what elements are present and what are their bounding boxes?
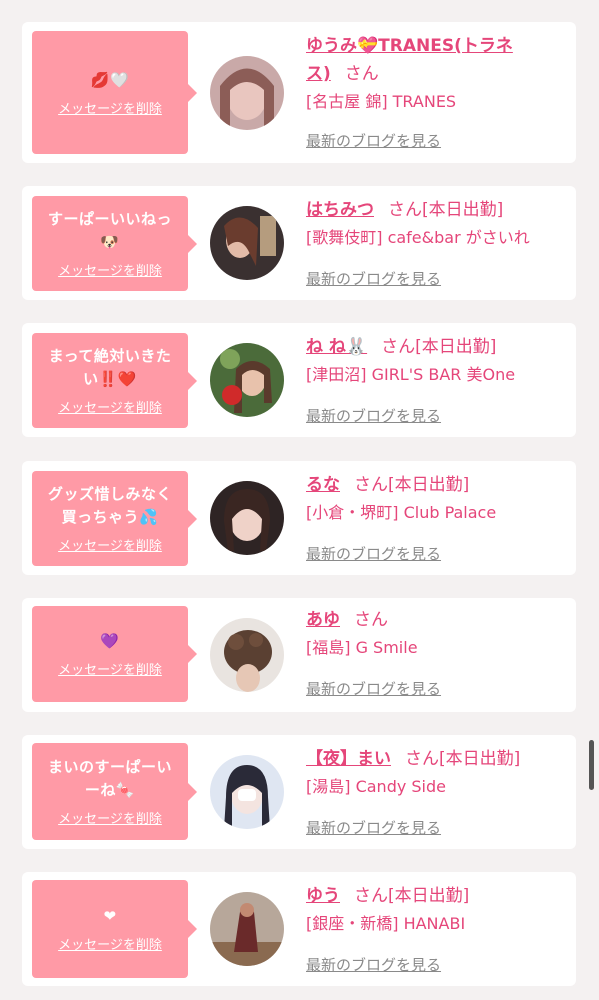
shop-label: [歌舞伎町] cafe&bar がさいれ	[306, 228, 530, 247]
message-text: まって絶対いきた い‼️❤️	[48, 347, 172, 388]
message-text: 💋🤍	[90, 70, 130, 89]
latest-blog-link[interactable]: 最新のブログを見る	[306, 954, 441, 975]
cast-name-link[interactable]: あゆ	[306, 610, 340, 630]
latest-blog-link[interactable]: 最新のブログを見る	[306, 678, 441, 699]
honorific-label: さん	[354, 610, 388, 630]
honorific-label: さん	[405, 749, 439, 769]
honorific-label: さん	[388, 200, 422, 220]
delete-message-link[interactable]: メッセージを削除	[58, 659, 162, 678]
latest-blog-link[interactable]: 最新のブログを見る	[306, 130, 441, 151]
message-bubble: グッズ惜しみなく 買っちゃう💦 メッセージを削除	[32, 471, 197, 566]
cast-name-link-cont[interactable]: ス)	[306, 64, 331, 84]
latest-blog-link[interactable]: 最新のブログを見る	[306, 543, 441, 564]
honorific-label: さん	[344, 64, 379, 84]
attendance-status: [本日出勤]	[439, 749, 521, 769]
cast-info: ゆうみ💝TRANES(トラネ ス) さん [名古屋 錦] TRANES	[306, 32, 564, 116]
avatar[interactable]	[210, 755, 284, 829]
message-card: 💋🤍 メッセージを削除 ゆうみ💝TRANES(トラネ ス) さん [名古屋 錦] …	[22, 22, 576, 163]
message-text: ❤	[103, 907, 117, 925]
avatar[interactable]	[210, 481, 284, 555]
message-text: 💜	[100, 632, 120, 650]
latest-blog-link[interactable]: 最新のブログを見る	[306, 405, 441, 426]
cast-name-link[interactable]: るな	[306, 475, 340, 495]
cast-info: ね ね🐰 さん[本日出勤] [津田沼] GIRL'S BAR 美One	[306, 333, 564, 389]
shop-label: [名古屋 錦] TRANES	[306, 92, 457, 111]
cast-info: ゆう さん[本日出勤] [銀座・新橋] HANABI	[306, 882, 564, 938]
message-bubble: まって絶対いきた い‼️❤️ メッセージを削除	[32, 333, 197, 428]
message-text: すーぱーいいねっ 🐶	[47, 210, 172, 251]
cast-name-link[interactable]: はちみつ	[306, 200, 374, 220]
latest-blog-link[interactable]: 最新のブログを見る	[306, 268, 441, 289]
message-card: まいのすーぱーい ーね🍬 メッセージを削除 【夜】まい さん[本日出勤] [湯島]…	[22, 735, 576, 849]
delete-message-link[interactable]: メッセージを削除	[58, 535, 162, 554]
delete-message-link[interactable]: メッセージを削除	[58, 397, 162, 416]
message-bubble: 💜 メッセージを削除	[32, 606, 197, 702]
honorific-label: さん	[354, 886, 388, 906]
shop-label: [小倉・堺町] Club Palace	[306, 503, 497, 522]
message-card: グッズ惜しみなく 買っちゃう💦 メッセージを削除 るな さん[本日出勤] [小倉・…	[22, 461, 576, 575]
avatar[interactable]	[210, 892, 284, 966]
cast-name-link[interactable]: ゆう	[306, 886, 340, 906]
honorific-label: さん	[381, 337, 416, 357]
latest-blog-link[interactable]: 最新のブログを見る	[306, 817, 441, 838]
message-bubble: ❤ メッセージを削除	[32, 880, 197, 978]
shop-label: [湯島] Candy Side	[306, 777, 447, 796]
message-bubble: すーぱーいいねっ 🐶 メッセージを削除	[32, 196, 197, 291]
attendance-status: [本日出勤]	[388, 886, 470, 906]
scrollbar-thumb[interactable]	[589, 740, 594, 790]
shop-label: [福島] G Smile	[306, 638, 418, 657]
message-bubble: 💋🤍 メッセージを削除	[32, 31, 197, 154]
delete-message-link[interactable]: メッセージを削除	[58, 808, 162, 827]
avatar[interactable]	[210, 206, 284, 280]
delete-message-link[interactable]: メッセージを削除	[58, 934, 162, 953]
delete-message-link[interactable]: メッセージを削除	[58, 260, 162, 279]
cast-name-link[interactable]: ゆうみ💝TRANES(トラネ	[306, 36, 513, 56]
avatar[interactable]	[210, 343, 284, 417]
shop-label: [津田沼] GIRL'S BAR 美One	[306, 365, 516, 384]
avatar[interactable]	[210, 618, 284, 692]
message-card: ❤ メッセージを削除 ゆう さん[本日出勤] [銀座・新橋] HANABI 最新の…	[22, 872, 576, 986]
cast-name-link[interactable]: 【夜】まい	[306, 749, 391, 769]
attendance-status: [本日出勤]	[388, 475, 470, 495]
cast-info: 【夜】まい さん[本日出勤] [湯島] Candy Side	[306, 745, 564, 801]
message-text: グッズ惜しみなく 買っちゃう💦	[47, 485, 172, 526]
cast-info: あゆ さん [福島] G Smile	[306, 606, 564, 662]
message-card: すーぱーいいねっ 🐶 メッセージを削除 はちみつ さん[本日出勤] [歌舞伎町] …	[22, 186, 576, 300]
shop-label: [銀座・新橋] HANABI	[306, 914, 466, 933]
cast-info: はちみつ さん[本日出勤] [歌舞伎町] cafe&bar がさいれ	[306, 196, 564, 252]
message-bubble: まいのすーぱーい ーね🍬 メッセージを削除	[32, 743, 197, 840]
attendance-status: [本日出勤]	[415, 337, 497, 357]
message-card: まって絶対いきた い‼️❤️ メッセージを削除 ね ね🐰 さん[本日出勤] [津田…	[22, 323, 576, 437]
message-card: 💜 メッセージを削除 あゆ さん [福島] G Smile 最新のブログを見る	[22, 598, 576, 712]
avatar[interactable]	[210, 56, 284, 130]
message-text: まいのすーぱーい ーね🍬	[47, 758, 172, 799]
cast-name-link[interactable]: ね ね🐰	[306, 337, 367, 357]
message-list: 💋🤍 メッセージを削除 ゆうみ💝TRANES(トラネ ス) さん [名古屋 錦] …	[0, 0, 599, 1000]
delete-message-link[interactable]: メッセージを削除	[58, 98, 162, 117]
attendance-status: [本日出勤]	[422, 200, 504, 220]
honorific-label: さん	[354, 475, 388, 495]
cast-info: るな さん[本日出勤] [小倉・堺町] Club Palace	[306, 471, 564, 527]
